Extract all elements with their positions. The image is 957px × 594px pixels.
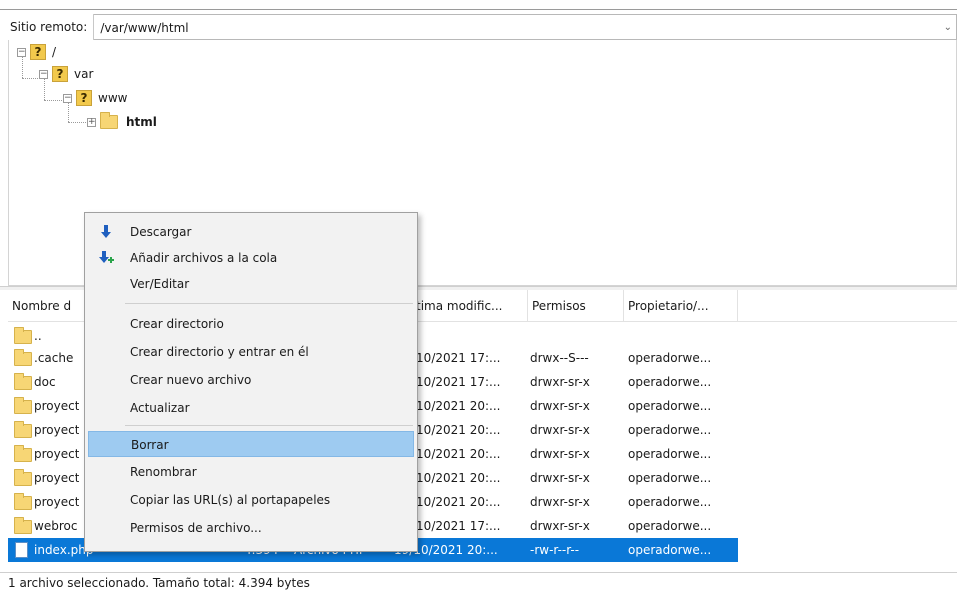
file-owner: operadorwe... [628, 495, 712, 509]
column-permissions[interactable]: Permisos [528, 290, 624, 322]
tree-label-var: var [74, 67, 94, 81]
question-mark-icon: ? [76, 90, 92, 106]
file-modified: /10/2021 17:... [412, 351, 501, 365]
add-to-queue-icon [99, 251, 114, 263]
file-name: proyect [34, 447, 80, 461]
menu-label: Permisos de archivo... [130, 521, 262, 535]
file-permissions: -rw-r--r-- [530, 543, 580, 557]
menu-item-delete[interactable]: Borrar [88, 431, 414, 457]
file-modified: /10/2021 20:... [412, 399, 501, 413]
file-owner: operadorwe... [628, 543, 712, 557]
menu-label: Crear directorio [130, 317, 224, 331]
folder-icon [100, 112, 118, 129]
question-mark-icon: ? [52, 66, 68, 82]
file-name: proyect [34, 471, 80, 485]
collapse-icon[interactable]: − [39, 69, 48, 79]
menu-label: Descargar [130, 225, 192, 239]
collapse-icon[interactable]: − [63, 93, 72, 103]
context-menu: Descargar Añadir archivos a la cola Ver/… [84, 212, 418, 552]
file-modified: /10/2021 20:... [412, 423, 501, 437]
remote-site-label: Sitio remoto: [8, 14, 95, 40]
file-name: proyect [34, 423, 80, 437]
file-owner: operadorwe... [628, 447, 712, 461]
file-owner: operadorwe... [628, 519, 712, 533]
file-modified: /10/2021 20:... [412, 471, 501, 485]
menu-item-copy-url[interactable]: Copiar las URL(s) al portapapeles [88, 487, 414, 513]
file-owner: operadorwe... [628, 375, 712, 389]
remote-path-input[interactable]: /var/www/html ⌄ [94, 14, 957, 40]
file-modified: /10/2021 20:... [412, 495, 501, 509]
file-permissions: drwxr-sr-x [530, 519, 590, 533]
column-modified[interactable]: tima modific... [412, 290, 528, 322]
tree-node-www[interactable]: − ? www [63, 88, 127, 108]
menu-label: Añadir archivos a la cola [130, 251, 278, 265]
tree-label-www: www [98, 91, 128, 105]
menu-label: Copiar las URL(s) al portapapeles [130, 493, 331, 507]
path-dropdown-icon[interactable]: ⌄ [944, 15, 952, 41]
status-bar: 1 archivo seleccionado. Tamaño total: 4.… [0, 572, 957, 594]
file-permissions: drwxr-sr-x [530, 399, 590, 413]
question-mark-icon: ? [30, 44, 46, 60]
tree-label-html: html [126, 115, 157, 129]
folder-icon [14, 349, 32, 366]
php-file-icon [15, 542, 28, 558]
file-permissions: drwxr-sr-x [530, 375, 590, 389]
file-modified: /10/2021 20:... [412, 447, 501, 461]
menu-item-create-directory[interactable]: Crear directorio [88, 311, 414, 337]
folder-icon [14, 373, 32, 390]
tree-node-var[interactable]: − ? var [39, 64, 93, 84]
menu-item-create-directory-enter[interactable]: Crear directorio y entrar en él [88, 339, 414, 365]
folder-icon [14, 445, 32, 462]
menu-separator [125, 303, 413, 304]
file-permissions: drwxr-sr-x [530, 471, 590, 485]
folder-icon [14, 493, 32, 510]
tree-node-root[interactable]: − ? / [17, 42, 56, 62]
tree-node-html[interactable]: + html [87, 112, 157, 132]
menu-item-new-file[interactable]: Crear nuevo archivo [88, 367, 414, 393]
window-top-edge [0, 0, 957, 10]
file-name: doc [34, 375, 56, 389]
menu-item-refresh[interactable]: Actualizar [88, 395, 414, 421]
file-owner: operadorwe... [628, 471, 712, 485]
collapse-icon[interactable]: − [17, 47, 26, 57]
menu-label: Renombrar [130, 465, 197, 479]
menu-label: Actualizar [130, 401, 190, 415]
menu-item-view-edit[interactable]: Ver/Editar [88, 271, 414, 297]
menu-item-file-permissions[interactable]: Permisos de archivo... [88, 515, 414, 541]
file-name: proyect [34, 399, 80, 413]
menu-label: Crear nuevo archivo [130, 373, 252, 387]
folder-icon [14, 397, 32, 414]
menu-label: Crear directorio y entrar en él [130, 345, 309, 359]
file-owner: operadorwe... [628, 399, 712, 413]
file-name: proyect [34, 495, 80, 509]
file-permissions: drwxr-sr-x [530, 495, 590, 509]
file-owner: operadorwe... [628, 423, 712, 437]
download-arrow-icon [101, 225, 111, 238]
folder-icon [14, 421, 32, 438]
file-permissions: drwxr-sr-x [530, 447, 590, 461]
file-permissions: drwx--S--- [530, 351, 589, 365]
menu-item-rename[interactable]: Renombrar [88, 459, 414, 485]
file-modified: /10/2021 17:... [412, 519, 501, 533]
menu-label: Ver/Editar [130, 277, 190, 291]
menu-item-download[interactable]: Descargar [88, 219, 414, 245]
folder-icon [14, 517, 32, 534]
remote-site-bar: Sitio remoto: /var/www/html ⌄ [8, 14, 957, 40]
menu-separator [125, 425, 413, 426]
folder-icon [14, 469, 32, 486]
remote-path-value: /var/www/html [100, 21, 189, 35]
file-permissions: drwxr-sr-x [530, 423, 590, 437]
file-name: .. [34, 329, 42, 343]
folder-icon [14, 327, 32, 344]
tree-label-root: / [52, 45, 57, 59]
file-name: webroc [34, 519, 78, 533]
menu-label: Borrar [131, 438, 169, 452]
file-name: .cache [34, 351, 74, 365]
file-modified: /10/2021 17:... [412, 375, 501, 389]
file-owner: operadorwe... [628, 351, 712, 365]
expand-icon[interactable]: + [87, 117, 96, 127]
column-owner[interactable]: Propietario/... [624, 290, 738, 322]
menu-item-add-queue[interactable]: Añadir archivos a la cola [88, 245, 414, 271]
